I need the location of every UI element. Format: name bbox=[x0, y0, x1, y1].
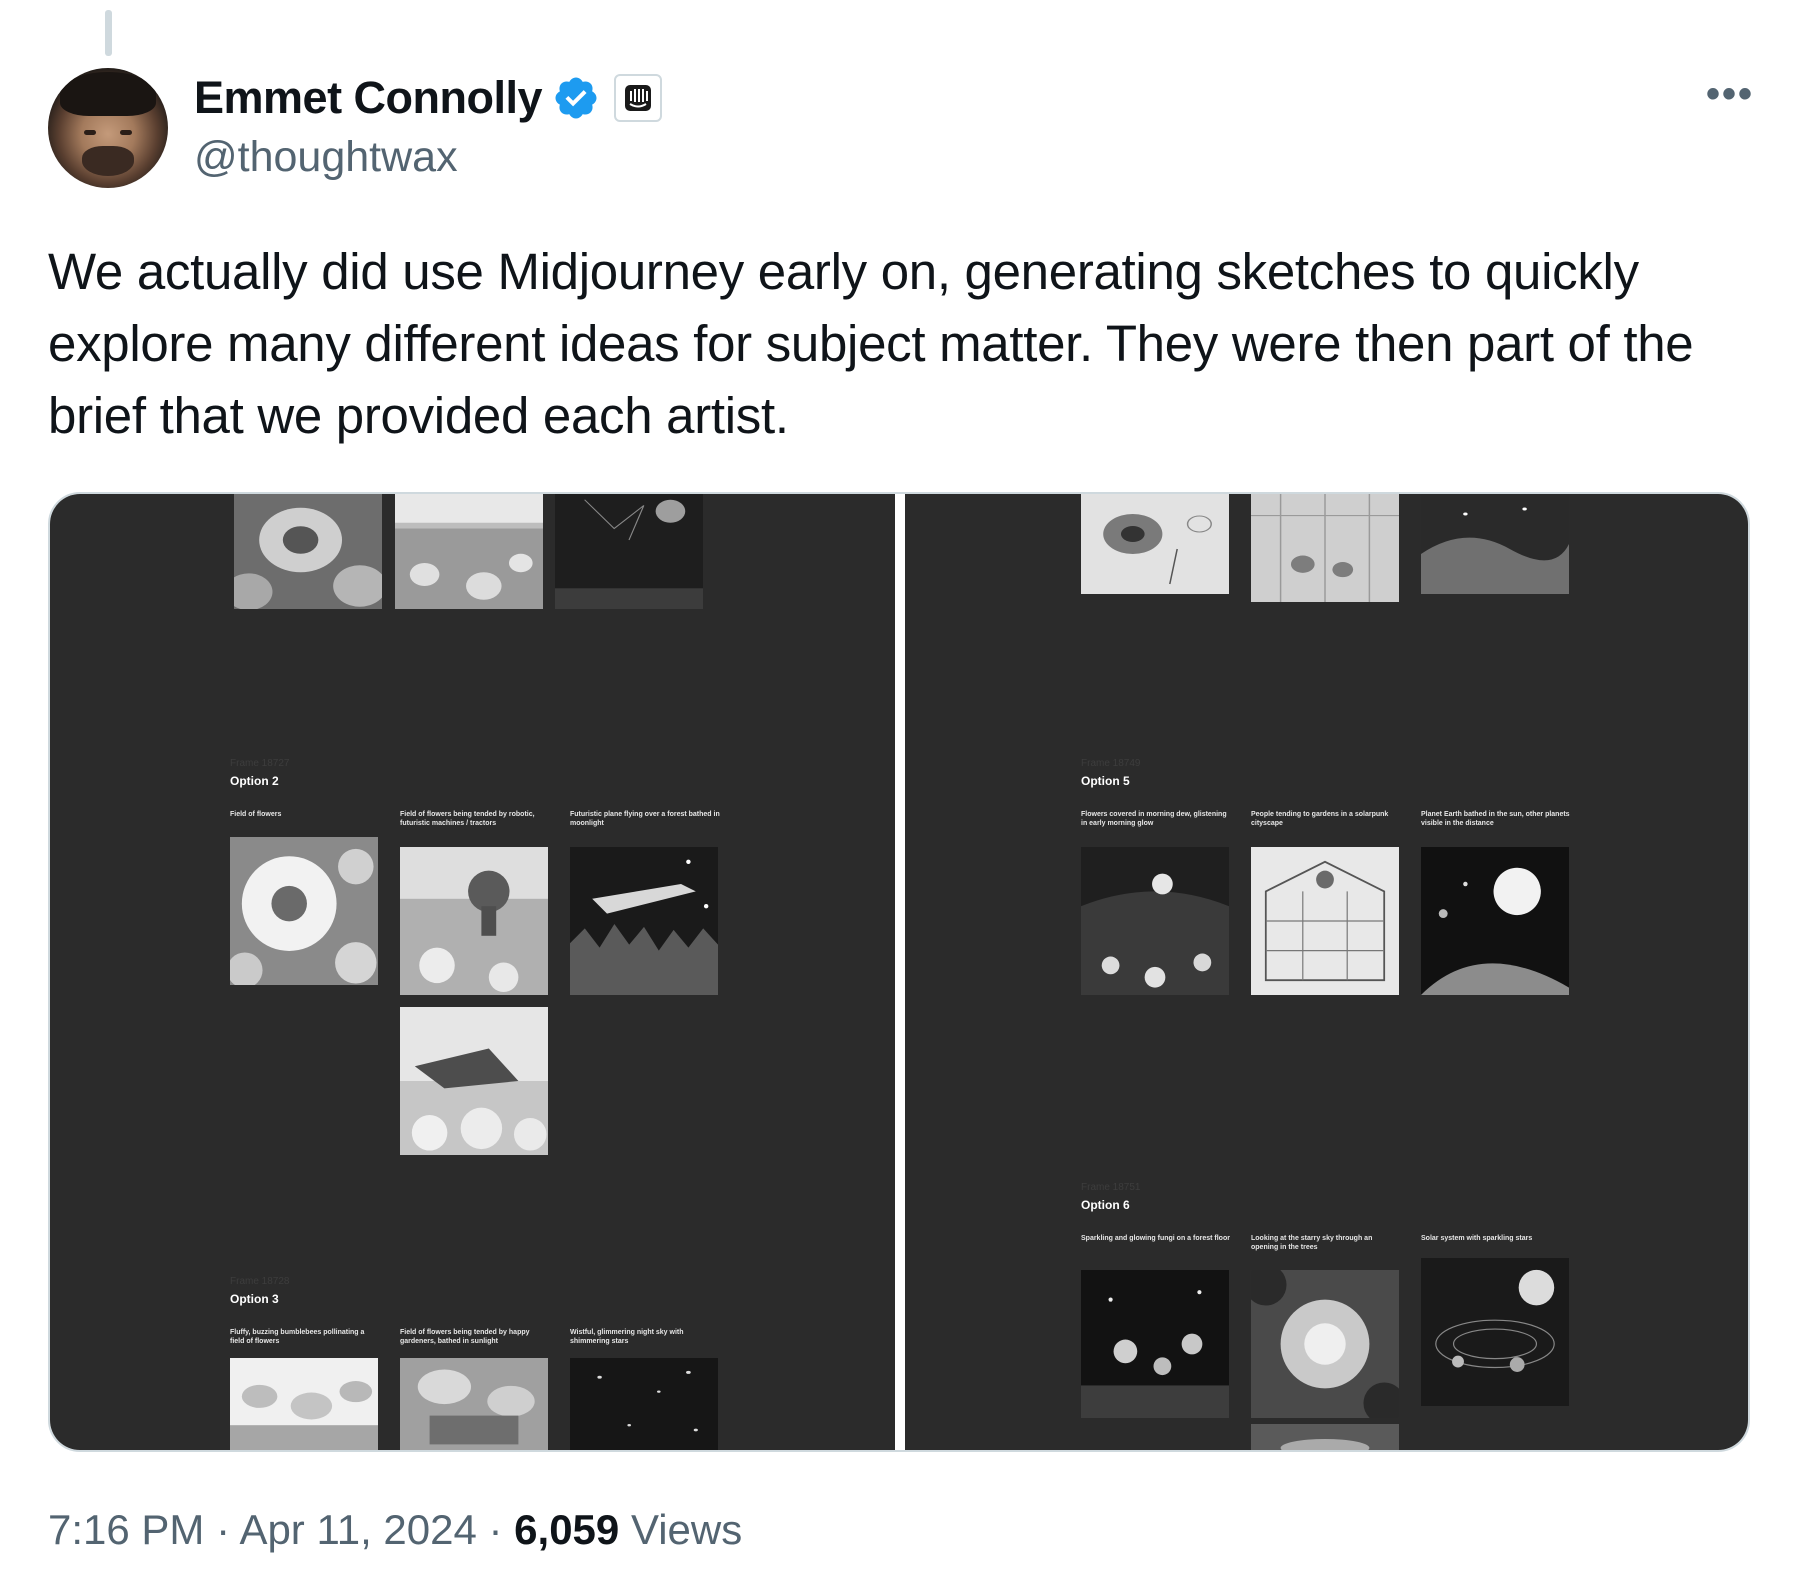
sketch-thumbnail bbox=[1251, 1424, 1399, 1450]
frame-ghost-label: Frame 18727 bbox=[230, 758, 290, 769]
frame-ghost-label: Frame 18728 bbox=[230, 1276, 290, 1287]
sketch-thumbnail bbox=[1421, 494, 1569, 594]
author-name[interactable]: Emmet Connolly bbox=[194, 72, 543, 124]
views-count: 6,059 bbox=[514, 1506, 620, 1553]
sketch-thumbnail bbox=[1081, 494, 1229, 594]
sketch-thumbnail bbox=[400, 847, 548, 995]
verified-badge-icon[interactable] bbox=[552, 74, 600, 122]
avatar[interactable] bbox=[48, 68, 168, 188]
option-title: Option 2 bbox=[230, 774, 279, 788]
views-label: Views bbox=[619, 1506, 743, 1553]
option-title: Option 6 bbox=[1081, 1198, 1130, 1212]
sketch-thumbnail bbox=[400, 1358, 548, 1450]
option-title: Option 5 bbox=[1081, 774, 1130, 788]
sketch-thumbnail bbox=[230, 837, 378, 985]
thumbnail-caption: Field of flowers being tended by happy g… bbox=[400, 1329, 530, 1345]
sketch-thumbnail bbox=[400, 1007, 548, 1155]
tweet-media[interactable]: Frame 18727 Option 2 Field of flowers Fi… bbox=[48, 492, 1750, 1452]
thumbnail-caption: Solar system with sparkling stars bbox=[1421, 1235, 1533, 1242]
tweet-meta: 7:16 PM · Apr 11, 2024 · 6,059 Views bbox=[48, 1506, 742, 1554]
sketch-thumbnail bbox=[1421, 1258, 1569, 1406]
tweet-date[interactable]: Apr 11, 2024 bbox=[239, 1506, 476, 1553]
sketch-thumbnail bbox=[234, 494, 382, 609]
sketch-thumbnail bbox=[395, 494, 543, 609]
sketch-thumbnail bbox=[570, 847, 718, 995]
sketch-thumbnail bbox=[1081, 1270, 1229, 1418]
meta-separator: · bbox=[476, 1506, 515, 1553]
tweet-time[interactable]: 7:16 PM bbox=[48, 1506, 204, 1553]
sketch-thumbnail bbox=[230, 1358, 378, 1450]
meta-separator: · bbox=[204, 1506, 240, 1553]
sketch-thumbnail bbox=[1251, 494, 1399, 602]
sketch-thumbnail bbox=[1251, 1270, 1399, 1418]
tweet-text: We actually did use Midjourney early on,… bbox=[48, 243, 1694, 444]
thumbnail-caption: People tending to gardens in a solarpunk… bbox=[1251, 811, 1389, 827]
intercom-icon[interactable] bbox=[614, 74, 663, 122]
thumbnail-caption: Looking at the starry sky through an ope… bbox=[1251, 1235, 1373, 1251]
media-image-right[interactable]: Frame 18749 Option 5 Flowers covered in … bbox=[905, 494, 1748, 1450]
thumbnail-caption: Field of flowers bbox=[230, 811, 282, 818]
sketch-thumbnail bbox=[1421, 847, 1569, 995]
sketch-thumbnail bbox=[555, 494, 703, 609]
thumbnail-caption: Wistful, glimmering night sky with shimm… bbox=[570, 1329, 684, 1345]
thumbnail-caption: Futuristic plane flying over a forest ba… bbox=[570, 811, 720, 827]
thumbnail-caption: Sparkling and glowing fungi on a forest … bbox=[1081, 1235, 1230, 1242]
more-options-icon[interactable]: ••• bbox=[1706, 74, 1754, 114]
thumbnail-caption: Fluffy, buzzing bumblebees pollinating a… bbox=[230, 1329, 365, 1345]
thread-connector-line bbox=[105, 10, 112, 56]
thumbnail-caption: Flowers covered in morning dew, glisteni… bbox=[1081, 811, 1227, 827]
frame-ghost-label: Frame 18751 bbox=[1081, 1182, 1141, 1193]
thumbnail-caption: Field of flowers being tended by robotic… bbox=[400, 811, 535, 827]
sketch-thumbnail bbox=[1081, 847, 1229, 995]
frame-ghost-label: Frame 18749 bbox=[1081, 758, 1141, 769]
option-title: Option 3 bbox=[230, 1292, 279, 1306]
author-handle[interactable]: @thoughtwax bbox=[194, 133, 458, 182]
author-name-row: Emmet Connolly bbox=[194, 72, 663, 124]
thumbnail-caption: Planet Earth bathed in the sun, other pl… bbox=[1421, 811, 1570, 827]
sketch-thumbnail bbox=[1251, 847, 1399, 995]
media-image-left[interactable]: Frame 18727 Option 2 Field of flowers Fi… bbox=[50, 494, 895, 1450]
sketch-thumbnail bbox=[570, 1358, 718, 1450]
